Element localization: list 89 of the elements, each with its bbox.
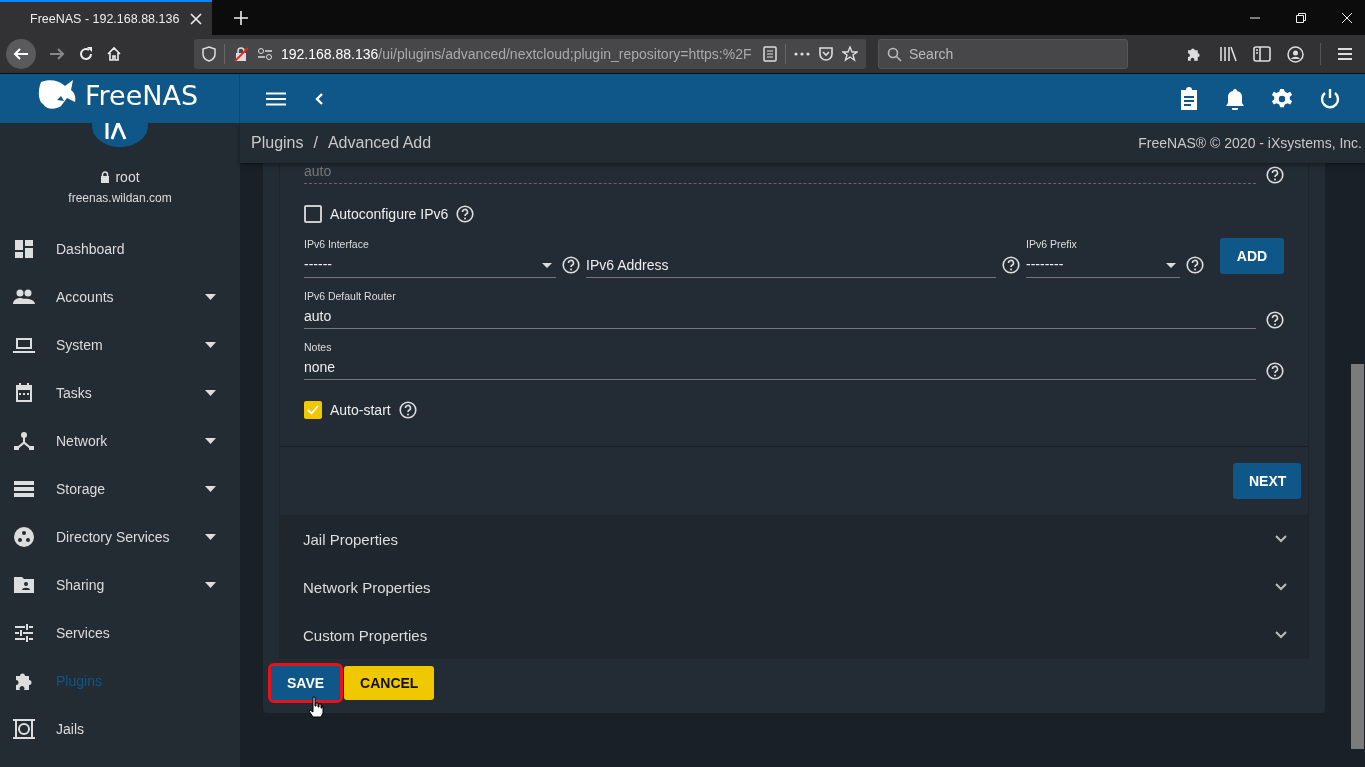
dashboard-icon (12, 237, 36, 261)
sidebar-item[interactable]: Services (0, 609, 240, 657)
star-icon[interactable] (842, 46, 858, 62)
caret-icon[interactable] (205, 342, 216, 348)
expansion-panel[interactable]: Network Properties (279, 563, 1309, 611)
breadcrumb-link[interactable]: Plugins (251, 134, 304, 152)
bell-icon[interactable] (1225, 87, 1245, 110)
caret-icon[interactable] (205, 582, 216, 588)
url-text: 192.168.88.136/ui/plugins/advanced/nextcloud;plugin_repository=https:%2F (281, 46, 753, 62)
interface-select[interactable]: IPv6 Interface ------ (304, 238, 556, 278)
more-icon[interactable] (794, 52, 810, 56)
sidebar-item[interactable]: Sharing (0, 561, 240, 609)
settings-icon[interactable] (1271, 87, 1293, 110)
scrollbar-thumb[interactable] (1350, 364, 1365, 749)
insecure-lock-icon[interactable] (233, 46, 249, 62)
reload-icon[interactable] (78, 46, 94, 62)
close-icon[interactable] (190, 12, 202, 25)
menu-icon[interactable] (1337, 47, 1353, 61)
help-icon[interactable] (1266, 362, 1284, 380)
checkbox-label[interactable]: Autoconfigure IPv6 (330, 206, 449, 222)
reader-view-icon[interactable] (763, 46, 777, 62)
chevron-icon[interactable] (1275, 631, 1287, 639)
expansion-panel[interactable]: Jail Properties (279, 515, 1309, 563)
caret-icon[interactable] (205, 534, 216, 540)
home-icon[interactable] (106, 46, 122, 62)
expansion-panel[interactable]: Custom Properties (279, 611, 1309, 659)
sliders-icon (12, 621, 36, 645)
power-icon[interactable] (1319, 87, 1341, 110)
help-icon[interactable] (562, 256, 580, 274)
caret-icon[interactable] (205, 486, 216, 492)
shield-icon[interactable] (202, 46, 216, 62)
breadcrumb-current: Advanced Add (327, 134, 432, 152)
address-field[interactable]: IPv6 Address (586, 257, 996, 278)
help-icon[interactable] (456, 205, 475, 223)
caret-icon[interactable] (205, 438, 216, 444)
caret-icon[interactable] (205, 390, 216, 396)
hostname: freenas.wildan.com (68, 191, 172, 205)
chevron-left-icon[interactable] (314, 91, 324, 106)
sidebar-item[interactable]: System (0, 321, 240, 369)
search-icon (887, 47, 902, 62)
caret-icon[interactable] (1166, 263, 1176, 268)
help-icon[interactable] (1266, 166, 1284, 184)
close-icon[interactable] (1341, 11, 1353, 24)
account-icon[interactable] (1287, 45, 1304, 63)
jail-icon (12, 717, 36, 741)
sidebar-item[interactable]: Tasks (0, 369, 240, 417)
lock-icon (100, 171, 111, 183)
prefix-select[interactable]: IPv6 Prefix -------- (1026, 238, 1180, 278)
pocket-icon[interactable] (818, 46, 834, 62)
circle-dots-icon (12, 525, 36, 549)
checkbox[interactable] (304, 205, 322, 223)
username: root (115, 169, 140, 185)
help-icon[interactable] (398, 401, 417, 419)
sidebar-icon[interactable] (1253, 46, 1271, 62)
sidebar-item[interactable]: Dashboard (0, 225, 240, 273)
sidebar-item[interactable]: Jails (0, 705, 240, 753)
chevron-icon[interactable] (1275, 535, 1287, 543)
clipboard-icon[interactable] (1179, 86, 1199, 111)
sidebar-item[interactable]: Network (0, 417, 240, 465)
network-icon (12, 429, 36, 453)
back-button[interactable] (6, 39, 36, 69)
sidebar-item[interactable]: Storage (0, 465, 240, 513)
caret-icon[interactable] (542, 263, 552, 268)
plus-icon[interactable] (234, 10, 248, 25)
help-icon[interactable] (1266, 311, 1284, 329)
sidebar-item[interactable]: Accounts (0, 273, 240, 321)
hand-pointer-icon (308, 696, 324, 718)
sidebar-item[interactable]: Directory Services (0, 513, 240, 561)
next-button[interactable]: NEXT (1233, 463, 1301, 499)
help-icon[interactable] (1186, 256, 1204, 274)
restore-icon[interactable] (1295, 11, 1307, 24)
permissions-icon[interactable] (257, 47, 273, 61)
checkbox[interactable] (304, 401, 322, 419)
save-button[interactable]: SAVE (271, 666, 341, 700)
logo-text: FreeNAS (85, 79, 199, 113)
cancel-button[interactable]: CANCEL (344, 666, 435, 700)
search-field[interactable]: Search (878, 39, 1128, 69)
text-field[interactable]: IPv6 Default Router auto (304, 290, 1256, 329)
browser-tab[interactable]: FreeNAS - 192.168.88.136 (0, 0, 212, 35)
library-icon[interactable] (1219, 46, 1237, 62)
help-icon[interactable] (1002, 256, 1020, 274)
text-field[interactable]: Notes none (304, 341, 1256, 380)
checkbox-label[interactable]: Auto-start (330, 402, 391, 418)
chevron-icon[interactable] (1275, 583, 1287, 591)
breadcrumb-separator: / (313, 134, 318, 152)
copyright-text: FreeNAS® © 2020 - iXsystems, Inc. (1138, 135, 1362, 151)
caret-icon[interactable] (205, 294, 216, 300)
add-button[interactable]: ADD (1220, 238, 1284, 274)
address-bar[interactable]: 192.168.88.136/ui/plugins/advanced/nextcloud;plugin_repository=https:%2F (194, 39, 866, 69)
